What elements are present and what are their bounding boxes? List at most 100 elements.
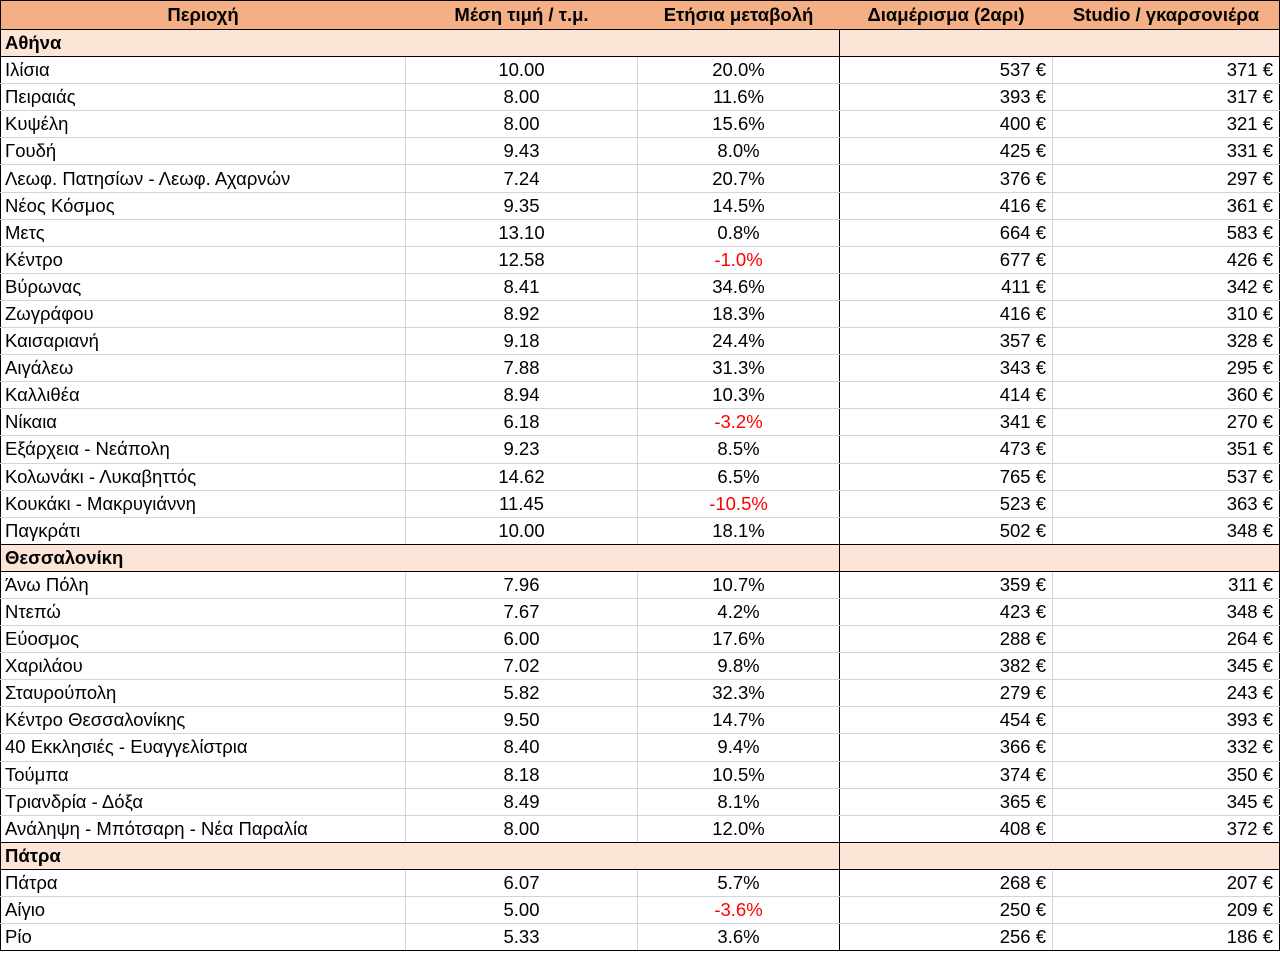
area-cell: Παγκράτι <box>0 517 406 544</box>
area-cell: Τριανδρία - Δόξα <box>0 788 406 815</box>
price-per-sqm-cell: 9.35 <box>406 192 638 219</box>
studio-price-cell: 361 € <box>1053 192 1280 219</box>
annual-change-cell: -10.5% <box>638 490 840 517</box>
apartment-2room-price-cell: 416 € <box>840 192 1053 219</box>
price-per-sqm-cell: 7.96 <box>406 571 638 598</box>
table-row: 40 Εκκλησιές - Ευαγγελίστρια 8.40 9.4% 366 … <box>0 734 1280 762</box>
price-per-sqm-cell: 9.23 <box>406 436 638 463</box>
area-cell: Μετς <box>0 219 406 246</box>
price-per-sqm-cell: 5.82 <box>406 680 638 707</box>
section-header-row: Πάτρα <box>0 842 1280 870</box>
studio-price-cell: 350 € <box>1053 761 1280 788</box>
studio-price-cell: 207 € <box>1053 869 1280 896</box>
annual-change-cell: 18.1% <box>638 517 840 544</box>
apartment-2room-price-cell: 376 € <box>840 165 1053 192</box>
table-row: Εύοσμος 6.00 17.6% 288 €264 € <box>0 626 1280 654</box>
annual-change-cell: 10.7% <box>638 571 840 598</box>
area-cell: Κυψέλη <box>0 111 406 138</box>
table-row: Χαριλάου 7.02 9.8% 382 €345 € <box>0 653 1280 681</box>
annual-change-cell: 5.7% <box>638 869 840 896</box>
apartment-2room-price-cell: 393 € <box>840 84 1053 111</box>
annual-change-cell: 10.5% <box>638 761 840 788</box>
area-cell: Τούμπα <box>0 761 406 788</box>
studio-price-cell: 345 € <box>1053 653 1280 680</box>
price-per-sqm-cell: 8.49 <box>406 788 638 815</box>
apartment-2room-price-cell: 268 € <box>840 869 1053 896</box>
area-cell: Νέος Κόσμος <box>0 192 406 219</box>
table-row: Ρίο 5.33 3.6% 256 €186 € <box>0 924 1280 952</box>
studio-price-cell: 295 € <box>1053 355 1280 382</box>
column-header-price-per-sqm: Μέση τιμή / τ.μ. <box>454 4 589 25</box>
price-per-sqm-cell: 13.10 <box>406 219 638 246</box>
annual-change-cell: 8.0% <box>638 138 840 165</box>
annual-change-cell: 15.6% <box>638 111 840 138</box>
price-per-sqm-cell: 9.43 <box>406 138 638 165</box>
table-row: Γουδή 9.43 8.0% 425 €331 € <box>0 138 1280 166</box>
area-cell: Νίκαια <box>0 409 406 436</box>
price-per-sqm-cell: 8.94 <box>406 382 638 409</box>
studio-price-cell: 372 € <box>1053 815 1280 842</box>
apartment-2room-price-cell: 279 € <box>840 680 1053 707</box>
table-row: Μετς 13.10 0.8% 664 €583 € <box>0 219 1280 247</box>
area-cell: Γουδή <box>0 138 406 165</box>
table-row: Πειραιάς 8.00 11.6% 393 €317 € <box>0 84 1280 112</box>
studio-price-cell: 297 € <box>1053 165 1280 192</box>
price-per-sqm-cell: 12.58 <box>406 246 638 273</box>
price-per-sqm-cell: 6.18 <box>406 409 638 436</box>
section-fill <box>840 30 1280 57</box>
price-per-sqm-cell: 5.33 <box>406 924 638 951</box>
price-per-sqm-cell: 8.00 <box>406 84 638 111</box>
table-row: Εξάρχεια - Νεάπολη 9.23 8.5% 473 €351 € <box>0 436 1280 464</box>
table-row: Κυψέλη 8.00 15.6% 400 €321 € <box>0 111 1280 139</box>
annual-change-cell: 24.4% <box>638 328 840 355</box>
studio-price-cell: 345 € <box>1053 788 1280 815</box>
price-per-sqm-cell: 7.88 <box>406 355 638 382</box>
table-row: Ανάληψη - Μπότσαρη - Νέα Παραλία 8.00 12.0… <box>0 815 1280 843</box>
apartment-2room-price-cell: 256 € <box>840 924 1053 951</box>
apartment-2room-price-cell: 423 € <box>840 598 1053 626</box>
annual-change-cell: 11.6% <box>638 84 840 111</box>
studio-price-cell: 393 € <box>1053 707 1280 734</box>
price-per-sqm-cell: 7.24 <box>406 165 638 192</box>
price-per-sqm-cell: 10.00 <box>406 517 638 544</box>
column-header-area: Περιοχή <box>0 1 406 29</box>
studio-price-cell: 243 € <box>1053 680 1280 707</box>
annual-change-cell: 0.8% <box>638 219 840 246</box>
price-per-sqm-cell: 10.00 <box>406 57 638 84</box>
studio-price-cell: 311 € <box>1053 571 1280 598</box>
table-row: Πάτρα 6.07 5.7% 268 €207 € <box>0 869 1280 897</box>
table-row: Κολωνάκι - Λυκαβηττός 14.62 6.5% 765 €537 € <box>0 463 1280 491</box>
table-row: Κέντρο Θεσσαλονίκης 9.50 14.7% 454 €393 € <box>0 707 1280 735</box>
price-per-sqm-cell: 11.45 <box>406 490 638 517</box>
price-per-sqm-cell: 8.92 <box>406 300 638 328</box>
area-cell: Αιγάλεω <box>0 355 406 382</box>
section-header-row: Θεσσαλονίκη <box>0 544 1280 572</box>
apartment-2room-price-cell: 288 € <box>840 626 1053 653</box>
annual-change-cell: 8.1% <box>638 788 840 815</box>
price-per-sqm-cell: 5.00 <box>406 897 638 924</box>
annual-change-cell: 3.6% <box>638 924 840 951</box>
annual-change-cell: 9.4% <box>638 734 840 761</box>
table-row: Σταυρούπολη 5.82 32.3% 279 €243 € <box>0 680 1280 708</box>
area-cell: Κουκάκι - Μακρυγιάννη <box>0 490 406 517</box>
studio-price-cell: 321 € <box>1053 111 1280 138</box>
studio-price-cell: 186 € <box>1053 924 1280 951</box>
table-row: Τριανδρία - Δόξα 8.49 8.1% 365 €345 € <box>0 788 1280 816</box>
section-label: Αθήνα <box>0 30 840 57</box>
price-per-sqm-cell: 14.62 <box>406 463 638 490</box>
apartment-2room-price-cell: 414 € <box>840 382 1053 409</box>
studio-price-cell: 328 € <box>1053 328 1280 355</box>
table-row: Παγκράτι 10.00 18.1% 502 €348 € <box>0 517 1280 545</box>
apartment-2room-price-cell: 416 € <box>840 300 1053 328</box>
studio-price-cell: 209 € <box>1053 897 1280 924</box>
area-cell: Εξάρχεια - Νεάπολη <box>0 436 406 463</box>
apartment-2room-price-cell: 425 € <box>840 138 1053 165</box>
table-row: Νίκαια 6.18 -3.2% 341 €270 € <box>0 409 1280 437</box>
table-header-row: Περιοχή Μέση τιμή / τ.μ. Ετήσια μεταβολή… <box>0 0 1280 30</box>
area-cell: Εύοσμος <box>0 626 406 653</box>
table-body: Αθήνα Ιλίσια 10.00 20.0% 537 €371 € Πειραιάς 8… <box>0 30 1280 952</box>
studio-price-cell: 348 € <box>1053 517 1280 544</box>
apartment-2room-price-cell: 502 € <box>840 517 1053 544</box>
section-fill <box>840 544 1280 571</box>
apartment-2room-price-cell: 400 € <box>840 111 1053 138</box>
